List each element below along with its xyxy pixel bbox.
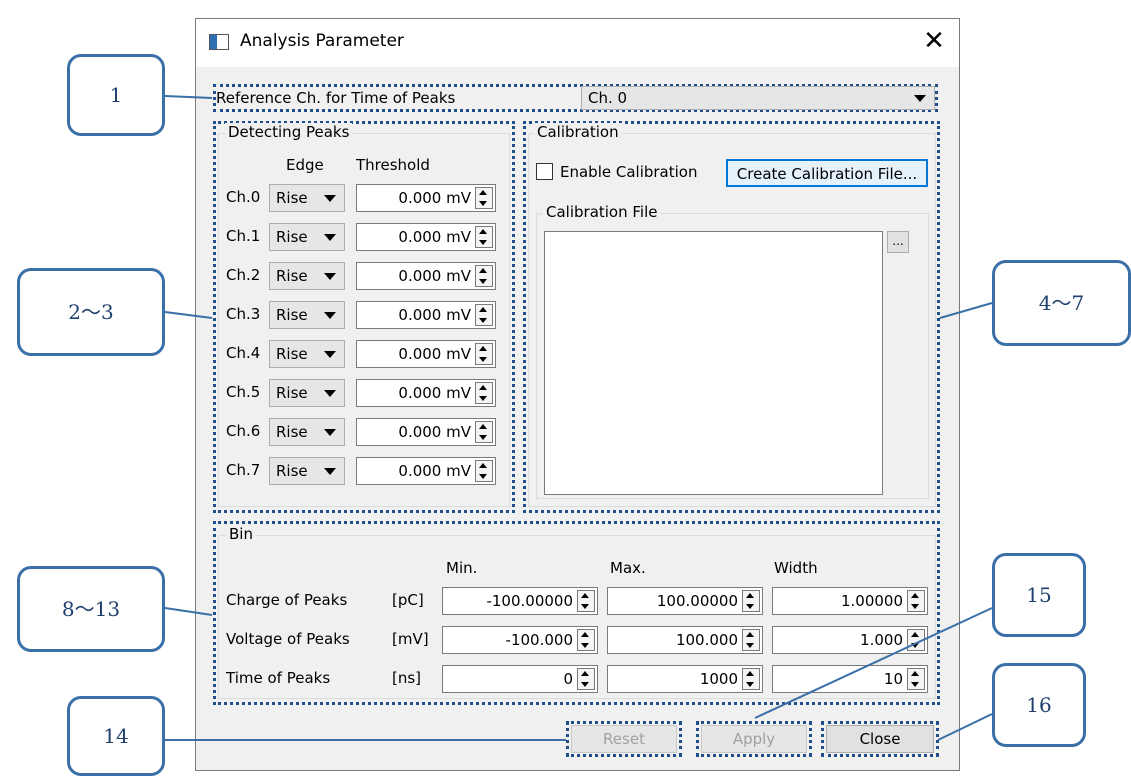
callout-line-16 — [937, 713, 993, 741]
callout-1-label: 1 — [109, 83, 123, 107]
callout-14-label: 14 — [103, 724, 129, 748]
callout-4-7-label: 4～7 — [1038, 291, 1085, 315]
callout-16: 16 — [992, 663, 1086, 747]
callout-2-3-label: 2～3 — [68, 300, 114, 324]
callout-line-2-3 — [164, 311, 213, 319]
callout-line-8-13 — [164, 607, 213, 616]
callout-8-13: 8～13 — [17, 566, 165, 652]
callout-16-label: 16 — [1026, 693, 1052, 717]
callout-15-label: 15 — [1026, 583, 1052, 607]
callout-4-7: 4～7 — [992, 260, 1131, 346]
callout-line-15 — [754, 607, 993, 719]
callout-15: 15 — [992, 553, 1086, 637]
callout-2-3: 2～3 — [17, 268, 165, 356]
callout-1: 1 — [67, 54, 165, 136]
callout-connectors — [164, 95, 993, 741]
callout-14: 14 — [67, 696, 165, 776]
callout-line-4-7 — [939, 302, 993, 319]
callout-8-13-label: 8～13 — [61, 597, 121, 621]
callout-line-1 — [164, 95, 213, 99]
